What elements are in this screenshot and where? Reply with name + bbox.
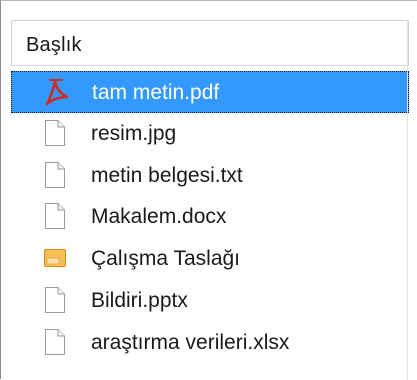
file-row-makalem-docx[interactable]: Makalem.docx [11,196,409,238]
file-name: tam metin.pdf [92,81,220,104]
file-icon [40,159,70,191]
file-icon [40,284,70,316]
file-row-arastirma-verileri-xlsx[interactable]: araştırma verileri.xlsx [11,322,409,364]
panel-right-border [407,20,408,380]
file-icon [40,117,70,149]
file-list: tam metin.pdf resim.jpg metin belgesi.tx… [11,71,409,364]
file-row-tam-metin-pdf[interactable]: tam metin.pdf [11,71,409,113]
file-name: metin belgesi.txt [91,163,243,187]
file-icon [40,200,70,232]
file-row-metin-belgesi-txt[interactable]: metin belgesi.txt [11,155,409,197]
file-name: Makalem.docx [91,205,227,229]
file-row-bildiri-pptx[interactable]: Bildiri.pptx [11,280,409,322]
pdf-icon [41,76,71,108]
file-name: resim.jpg [91,121,177,145]
file-name: araştırma verileri.xlsx [91,330,290,354]
file-list-panel: Başlık tam metin.pdf resim.jpg metin bel… [0,0,417,380]
column-header-title[interactable]: Başlık [11,20,409,66]
file-name: Bildiri.pptx [91,288,188,312]
file-icon [40,326,70,358]
file-name: Çalışma Taslağı [91,247,241,271]
column-header-label: Başlık [26,34,82,56]
draft-icon [40,242,70,274]
file-row-calisma-taslagi[interactable]: Çalışma Taslağı [11,238,409,280]
file-row-resim-jpg[interactable]: resim.jpg [11,113,409,155]
